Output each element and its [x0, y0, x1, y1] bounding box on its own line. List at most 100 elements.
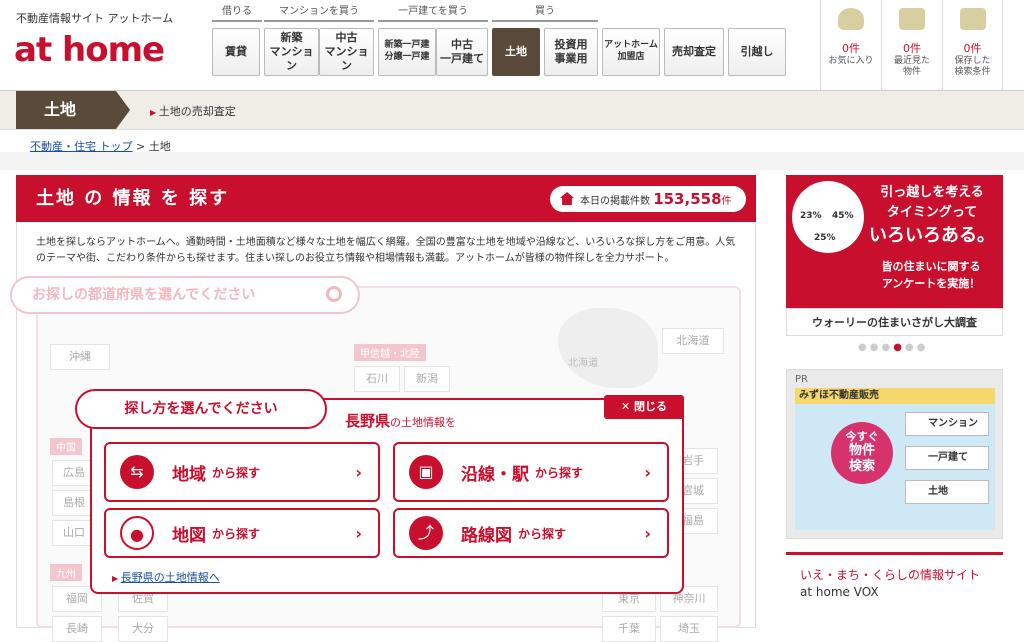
option-suffix: から探す	[212, 526, 261, 541]
arrow-right-icon: ▶	[150, 108, 159, 117]
map-saitama[interactable]: 埼玉	[660, 616, 718, 642]
map-region-chugoku: 中国	[50, 438, 82, 455]
search-placeholder: お探しの都道府県を選んでください	[32, 287, 256, 303]
hokkaido-shape	[558, 308, 658, 388]
saved-search-link[interactable]: 0件 保存した 検索条件	[942, 0, 1003, 90]
house-icon	[560, 192, 574, 205]
pr-mansion-button[interactable]: マンション	[905, 412, 989, 436]
map-region-hokkaido: 北海道	[568, 358, 598, 369]
listing-count-badge: 本日の掲載件数 153,558件	[550, 186, 746, 212]
count-value: 153,558	[653, 190, 722, 208]
pie-chart-illustration: 23% 45% 25%	[792, 181, 864, 253]
banner-line: いろいろある。	[869, 225, 995, 246]
modal-title: 長野県の土地情報を	[345, 410, 456, 431]
nav-moving-button[interactable]: 引越し	[728, 28, 786, 76]
nav-member-store-button[interactable]: アットホーム 加盟店	[602, 28, 660, 76]
chevron-right-icon: ›	[644, 462, 651, 482]
badge-top: 今すぐ	[845, 430, 879, 443]
close-button[interactable]: ✕ 閉じる	[604, 395, 684, 419]
search-by-line-station-button[interactable]: ▣ 沿線・駅 から探す ›	[393, 442, 669, 502]
pie-label: 45%	[832, 211, 854, 221]
nav-new-mansion-button[interactable]: 新築 マンション	[264, 28, 319, 76]
pie-label: 23%	[800, 211, 822, 221]
nav-new-house-button[interactable]: 新築一戸建 分譲一戸建	[378, 28, 436, 76]
favorites-label: お気に入り	[828, 56, 874, 66]
map-oita[interactable]: 大分	[118, 616, 168, 642]
map-region-koshinetsu: 甲信越・北陸	[354, 344, 426, 361]
banner-line: 引っ越しを考える	[880, 185, 984, 200]
chevron-right-icon: ›	[355, 523, 362, 543]
modal-pref: 長野県	[345, 412, 391, 430]
map-okinawa[interactable]: 沖縄	[50, 344, 110, 370]
nav-group-buy: 買う 土地 投資用 事業用	[492, 4, 598, 82]
breadcrumb-current: 土地	[148, 140, 171, 153]
pr-house-button[interactable]: 一戸建て	[905, 446, 989, 470]
pr-land-button[interactable]: 土地	[905, 480, 989, 504]
close-label: 閉じる	[634, 400, 668, 413]
saved-count: 0件	[963, 42, 982, 55]
house-icon	[899, 8, 925, 30]
option-label: 地図	[172, 525, 206, 546]
sale-assessment-label: 土地の売却査定	[158, 105, 236, 118]
prefecture-search-input[interactable]: お探しの都道府県を選んでください	[10, 276, 360, 314]
favorites-link[interactable]: 0件 お気に入り	[820, 0, 881, 90]
option-label: 地域	[172, 464, 206, 485]
badge-main: 物件 検索	[848, 443, 875, 474]
heart-icon	[838, 8, 864, 30]
favorites-count: 0件	[842, 42, 860, 55]
vox-title: いえ・まち・くらしの情報サイト	[800, 568, 981, 582]
category-tag: 土地	[16, 91, 130, 129]
chevron-right-icon: ›	[355, 462, 362, 482]
map-niigata[interactable]: 新潟	[404, 366, 450, 392]
option-label: 路線図	[461, 525, 512, 546]
intro-text: 土地を探しならアットホームへ。通勤時間・土地面積など様々な土地を幅広く網羅。全国…	[36, 237, 736, 264]
pr-banner[interactable]: PR みずほ不動産販売 今すぐ 物件 検索 マンション 一戸建て 土地	[786, 369, 1003, 539]
search-icon	[326, 286, 342, 302]
banner-caption[interactable]: ウォーリーの住まいさがし大調査	[786, 308, 1003, 336]
train-icon: ▣	[409, 455, 443, 489]
map-ishikawa[interactable]: 石川	[354, 366, 400, 392]
nav-rent-button[interactable]: 賃貸	[212, 28, 260, 76]
nav-used-house-button[interactable]: 中古 一戸建て	[436, 28, 488, 76]
pref-land-link[interactable]: 長野県の土地情報へ	[121, 571, 220, 584]
breadcrumb: 不動産・住宅 トップ > 土地	[30, 138, 171, 154]
sale-assessment-link[interactable]: ▶ 土地の売却査定	[150, 103, 236, 119]
search-by-route-map-button[interactable]: ⤴ 路線図 から探す ›	[393, 508, 669, 558]
banner-sub: 皆の住まいに関する アンケートを実施！	[866, 259, 996, 292]
count-label: 本日の掲載件数	[580, 196, 650, 207]
carousel-dots[interactable]: ●●●●●●	[858, 342, 928, 353]
map-hokkaido[interactable]: 北海道	[662, 328, 724, 354]
arrow-right-icon: ▶	[112, 574, 121, 583]
nav-sale-assessment-button[interactable]: 売却査定	[664, 28, 724, 76]
map-nagasaki[interactable]: 長崎	[52, 616, 102, 642]
vox-name: at home VOX	[800, 585, 879, 600]
nav-investment-button[interactable]: 投資用 事業用	[544, 28, 598, 76]
nav-group-rent: 借りる 賃貸	[212, 4, 262, 82]
map-chiba[interactable]: 千葉	[602, 616, 656, 642]
banner-sub-line: アンケートを実施！	[881, 276, 981, 290]
vox-link[interactable]: いえ・まち・くらしの情報サイト at home VOX	[786, 552, 1003, 628]
search-by-area-button[interactable]: ⇆ 地域 から探す ›	[104, 442, 380, 502]
breadcrumb-home-link[interactable]: 不動産・住宅 トップ	[30, 140, 133, 153]
nav-group-house: 一戸建てを買う 新築一戸建 分譲一戸建 中古 一戸建て	[378, 4, 488, 82]
option-suffix: から探す	[212, 465, 261, 480]
nav-category: 借りる	[212, 4, 262, 22]
option-label: 沿線・駅	[461, 464, 529, 485]
category-bar: 土地 ▶ 土地の売却査定	[0, 90, 1024, 130]
pr-inner: 今すぐ 物件 検索 マンション 一戸建て 土地	[795, 404, 995, 530]
option-suffix: から探す	[518, 526, 567, 541]
banner-line: タイミングって	[886, 204, 978, 220]
modal-title-rest: の土地情報を	[390, 416, 457, 429]
nav-group-mansion: マンションを買う 新築 マンション 中古 マンション	[264, 4, 374, 82]
recent-label: 最近見た 物件	[893, 56, 930, 77]
saved-search-icon	[959, 8, 986, 30]
search-by-map-button[interactable]: ● 地図 から探す ›	[104, 508, 380, 558]
recent-viewed-link[interactable]: 0件 最近見た 物件	[881, 0, 942, 90]
nav-used-mansion-button[interactable]: 中古 マンション	[319, 28, 374, 76]
nav-land-button[interactable]: 土地	[492, 28, 540, 76]
route-icon: ⤴	[409, 516, 443, 550]
pie-label: 25%	[814, 233, 836, 243]
nav-category: 買う	[492, 4, 598, 22]
athome-logo[interactable]: at home	[14, 30, 165, 70]
town-illustration	[0, 152, 1024, 170]
